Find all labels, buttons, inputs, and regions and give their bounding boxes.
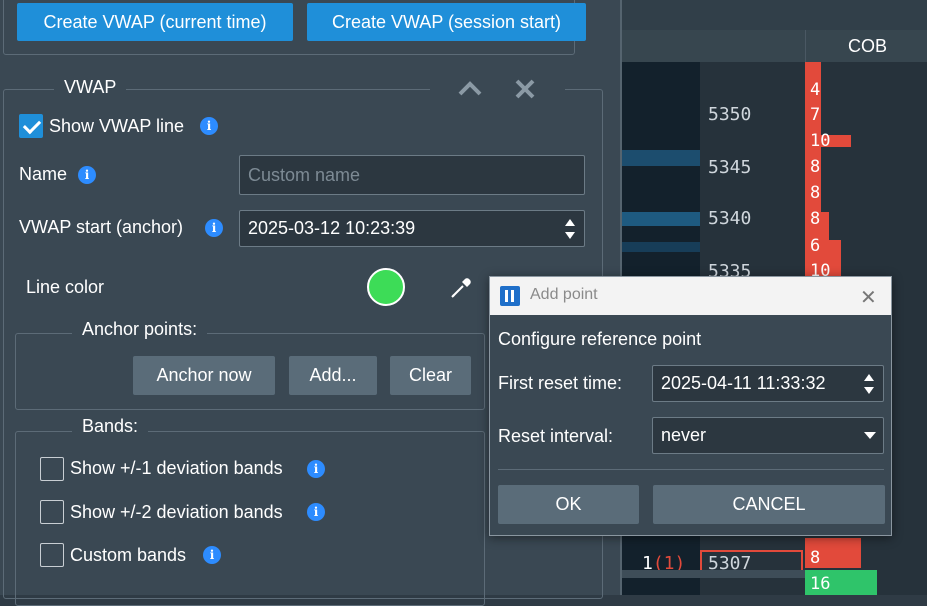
spinner-arrows-icon[interactable] (563, 217, 577, 241)
dialog-titlebar: Add point ✕ (490, 277, 891, 315)
chart-header-left (622, 30, 805, 62)
vwap-start-info-icon[interactable]: i (205, 219, 223, 237)
collapse-chevron-icon[interactable] (456, 78, 484, 100)
custom-bands-checkbox[interactable] (40, 543, 64, 567)
dialog-heading: Configure reference point (498, 329, 702, 349)
create-vwap-current-button[interactable]: Create VWAP (current time) (17, 3, 293, 41)
show-vwap-info-icon[interactable]: i (200, 117, 218, 135)
vwap-start-datetime-input[interactable]: 2025-03-12 10:23:39 (239, 210, 585, 247)
add-point-dialog: Add point ✕ Configure reference point Fi… (489, 276, 892, 536)
price-label: 5340 (708, 208, 752, 229)
first-reset-value: 2025-04-11 11:33:32 (661, 373, 826, 393)
cob-value: 10 (810, 131, 831, 151)
deviation-1-label: Show +/-1 deviation bands (70, 458, 283, 478)
heat-band (622, 242, 700, 252)
dialog-divider (498, 469, 884, 470)
line-color-swatch[interactable] (367, 268, 405, 306)
add-anchor-button[interactable]: Add... (289, 356, 377, 395)
vwap-start-label: VWAP start (anchor) (19, 217, 184, 237)
spinner-arrows-icon[interactable] (862, 372, 876, 396)
name-info-icon[interactable]: i (78, 166, 96, 184)
dialog-title: Add point (530, 286, 598, 303)
section-divider-cover (430, 80, 565, 100)
dialog-close-icon[interactable]: ✕ (860, 285, 877, 310)
anchor-now-button[interactable]: Anchor now (133, 356, 275, 395)
first-reset-label: First reset time: (498, 373, 623, 393)
close-section-icon[interactable] (513, 77, 537, 101)
chevron-down-icon[interactable] (864, 432, 876, 440)
vwap-start-value: 2025-03-12 10:23:39 (248, 218, 416, 238)
show-vwap-line-label: Show VWAP line (49, 116, 185, 136)
cob-column-header: COB (805, 30, 927, 62)
clear-anchors-button[interactable]: Clear (390, 356, 471, 395)
cob-value: 4 (810, 80, 821, 100)
deviation-2-label: Show +/-2 deviation bands (70, 502, 283, 522)
custom-bands-info-icon[interactable]: i (203, 546, 221, 564)
first-reset-input[interactable]: 2025-04-11 11:33:32 (652, 365, 884, 402)
show-vwap-line-checkbox[interactable] (19, 114, 43, 138)
cob-value: 8 (810, 548, 821, 568)
name-input[interactable]: Custom name (239, 155, 585, 195)
bands-title: Bands: (72, 416, 149, 437)
cob-value: 16 (810, 574, 831, 594)
eyedropper-icon[interactable] (449, 276, 473, 300)
reset-interval-select[interactable]: never (652, 417, 884, 454)
reset-interval-value: never (661, 425, 707, 445)
anchor-points-title: Anchor points: (72, 319, 208, 340)
create-vwap-session-button[interactable]: Create VWAP (session start) (307, 3, 586, 41)
price-label: 5350 (708, 104, 752, 125)
deviation-2-checkbox[interactable] (40, 500, 64, 524)
deviation-1-checkbox[interactable] (40, 457, 64, 481)
cob-value: 6 (810, 236, 821, 256)
deviation-2-info-icon[interactable]: i (307, 503, 325, 521)
cob-value: 8 (810, 157, 821, 177)
app-logo-icon (500, 286, 520, 306)
vwap-section-title: VWAP (54, 77, 127, 98)
line-color-label: Line color (26, 277, 105, 297)
reset-interval-label: Reset interval: (498, 426, 614, 446)
chart-toolbar-strip (622, 0, 927, 30)
ok-button[interactable]: OK (498, 485, 639, 524)
name-label: Name (19, 164, 68, 184)
cob-value: 7 (810, 105, 821, 125)
price-label: 5345 (708, 157, 752, 178)
bottom-row-highlight (622, 570, 805, 578)
heat-band (622, 150, 700, 166)
cob-value: 8 (810, 209, 821, 229)
cancel-button[interactable]: CANCEL (653, 485, 885, 524)
cob-value: 8 (810, 183, 821, 203)
heat-band (622, 212, 700, 226)
deviation-1-info-icon[interactable]: i (307, 460, 325, 478)
custom-bands-label: Custom bands (70, 545, 187, 565)
